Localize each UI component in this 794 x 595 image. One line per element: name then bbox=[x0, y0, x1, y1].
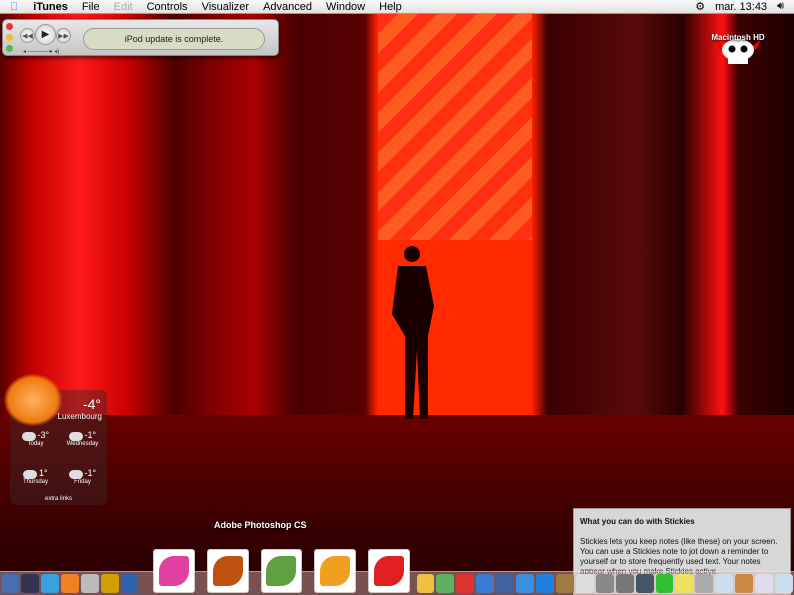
forecast-friday: -1° Friday bbox=[60, 468, 105, 485]
dock-window-4-icon[interactable] bbox=[775, 574, 794, 593]
snow-cloud-icon bbox=[21, 431, 36, 441]
volume-slider[interactable]: ◂ ─────● ◂) bbox=[23, 48, 68, 55]
dock-final-cut-icon[interactable] bbox=[20, 574, 39, 593]
forecast-temp: -1° bbox=[84, 430, 97, 440]
previous-track-button[interactable]: ◀◀ bbox=[20, 28, 35, 43]
dock-iphoto-icon[interactable] bbox=[416, 574, 435, 593]
dock-window-2-icon[interactable] bbox=[735, 574, 754, 593]
play-button[interactable]: ▶ bbox=[35, 24, 56, 45]
gear-icon[interactable]: ⚙ bbox=[695, 0, 705, 13]
menu-edit[interactable]: Edit bbox=[107, 1, 140, 13]
dock-image-capture-icon[interactable] bbox=[615, 574, 634, 593]
wallpaper-silhouette bbox=[392, 246, 434, 419]
forecast-thursday: 1° Thursday bbox=[13, 468, 58, 485]
forecast-day: Wednesday bbox=[66, 440, 99, 447]
dock-quicktime-icon[interactable] bbox=[536, 574, 554, 593]
dock-illustrator-feather-icon[interactable] bbox=[260, 549, 303, 593]
dock-word-icon[interactable] bbox=[40, 574, 59, 593]
forecast-today: -3° Today bbox=[13, 430, 58, 447]
dock-calculator-icon[interactable] bbox=[595, 574, 614, 593]
dock-safari-icon[interactable] bbox=[516, 574, 535, 593]
menu-advanced[interactable]: Advanced bbox=[256, 1, 319, 13]
apple-menu-icon[interactable]:  bbox=[0, 1, 26, 13]
dock-photoshop-butterfly-icon[interactable] bbox=[207, 549, 249, 593]
close-button[interactable] bbox=[6, 23, 13, 30]
snow-cloud-icon bbox=[68, 431, 83, 441]
weather-widget[interactable]: -4° Luxembourg -3° Today -1° Wednesday 1° T… bbox=[4, 374, 107, 505]
dock-ical-icon[interactable] bbox=[456, 574, 475, 593]
menu-file[interactable]: File bbox=[75, 1, 107, 13]
dock-flower-app-icon[interactable] bbox=[153, 549, 196, 593]
zoom-button[interactable] bbox=[6, 45, 13, 52]
dock-iphoto-2-icon[interactable] bbox=[635, 574, 654, 593]
photoshop-cs-glyph bbox=[320, 556, 351, 586]
dock-acrobat-icon[interactable] bbox=[367, 549, 410, 593]
snow-cloud-icon bbox=[68, 469, 83, 479]
dock-window-3-icon[interactable] bbox=[755, 574, 774, 593]
dock-icons bbox=[0, 523, 794, 593]
photoshop-butterfly-glyph bbox=[212, 556, 243, 586]
city: Luxembourg bbox=[57, 412, 102, 421]
forecast-day: Friday bbox=[74, 478, 91, 485]
dock-system-preferences-icon[interactable] bbox=[575, 574, 594, 593]
dock-network-icon[interactable] bbox=[695, 574, 714, 593]
dock-imovie-icon[interactable] bbox=[1, 574, 19, 593]
forecast-day: Today bbox=[27, 440, 44, 447]
sun-cloud-icon bbox=[4, 374, 62, 426]
forecast-wednesday: -1° Wednesday bbox=[60, 430, 105, 447]
flower-app-glyph bbox=[159, 556, 190, 586]
dock-toaster-icon[interactable] bbox=[80, 574, 99, 593]
snow-cloud-icon bbox=[23, 469, 38, 479]
dock-window-1-icon[interactable] bbox=[715, 574, 734, 593]
dock-photoshop-cs-icon[interactable] bbox=[314, 549, 356, 593]
macintosh-hd-label[interactable]: Macintosh HD bbox=[706, 33, 770, 42]
status-display: iPod update is complete. bbox=[83, 28, 265, 50]
dock-speed-download-icon[interactable] bbox=[100, 574, 119, 593]
menu-controls[interactable]: Controls bbox=[140, 1, 195, 13]
acrobat-glyph bbox=[373, 556, 404, 586]
illustrator-feather-glyph bbox=[266, 556, 297, 586]
menu-bar:  iTunes File Edit Controls Visualizer A… bbox=[0, 0, 794, 14]
current-temp: -4° bbox=[82, 396, 101, 412]
minimize-button[interactable] bbox=[6, 34, 13, 41]
volume-icon[interactable]: 🔊︎ bbox=[777, 0, 784, 13]
dock-stickies-icon[interactable] bbox=[675, 574, 694, 593]
menu-window[interactable]: Window bbox=[319, 1, 372, 13]
next-track-button[interactable]: ▶▶ bbox=[56, 28, 71, 43]
itunes-mini-player: ◀◀ ▶ ▶▶ ◂ ─────● ◂) iPod update is compl… bbox=[2, 19, 279, 56]
dock-powerpoint-icon[interactable] bbox=[60, 574, 79, 593]
dock-address-book-icon[interactable] bbox=[555, 574, 574, 593]
forecast-temp: -1° bbox=[84, 468, 97, 478]
clock[interactable]: mar. 13:43 bbox=[715, 1, 767, 13]
dock-preview-icon[interactable] bbox=[496, 574, 515, 593]
dock-quicksilver-icon[interactable] bbox=[120, 574, 139, 593]
menu-visualizer[interactable]: Visualizer bbox=[195, 1, 257, 13]
menu-app-itunes[interactable]: iTunes bbox=[26, 1, 75, 13]
menu-help[interactable]: Help bbox=[372, 1, 409, 13]
forecast-day: Thursday bbox=[22, 478, 48, 485]
dock-dreamweaver-icon[interactable] bbox=[655, 574, 674, 593]
dock-ichat-icon[interactable] bbox=[476, 574, 495, 593]
forecast-temp: -3° bbox=[37, 430, 50, 440]
extra-links[interactable]: extra links bbox=[10, 496, 107, 502]
dock-itunes-icon[interactable] bbox=[436, 574, 455, 593]
forecast-temp: 1° bbox=[39, 468, 48, 478]
